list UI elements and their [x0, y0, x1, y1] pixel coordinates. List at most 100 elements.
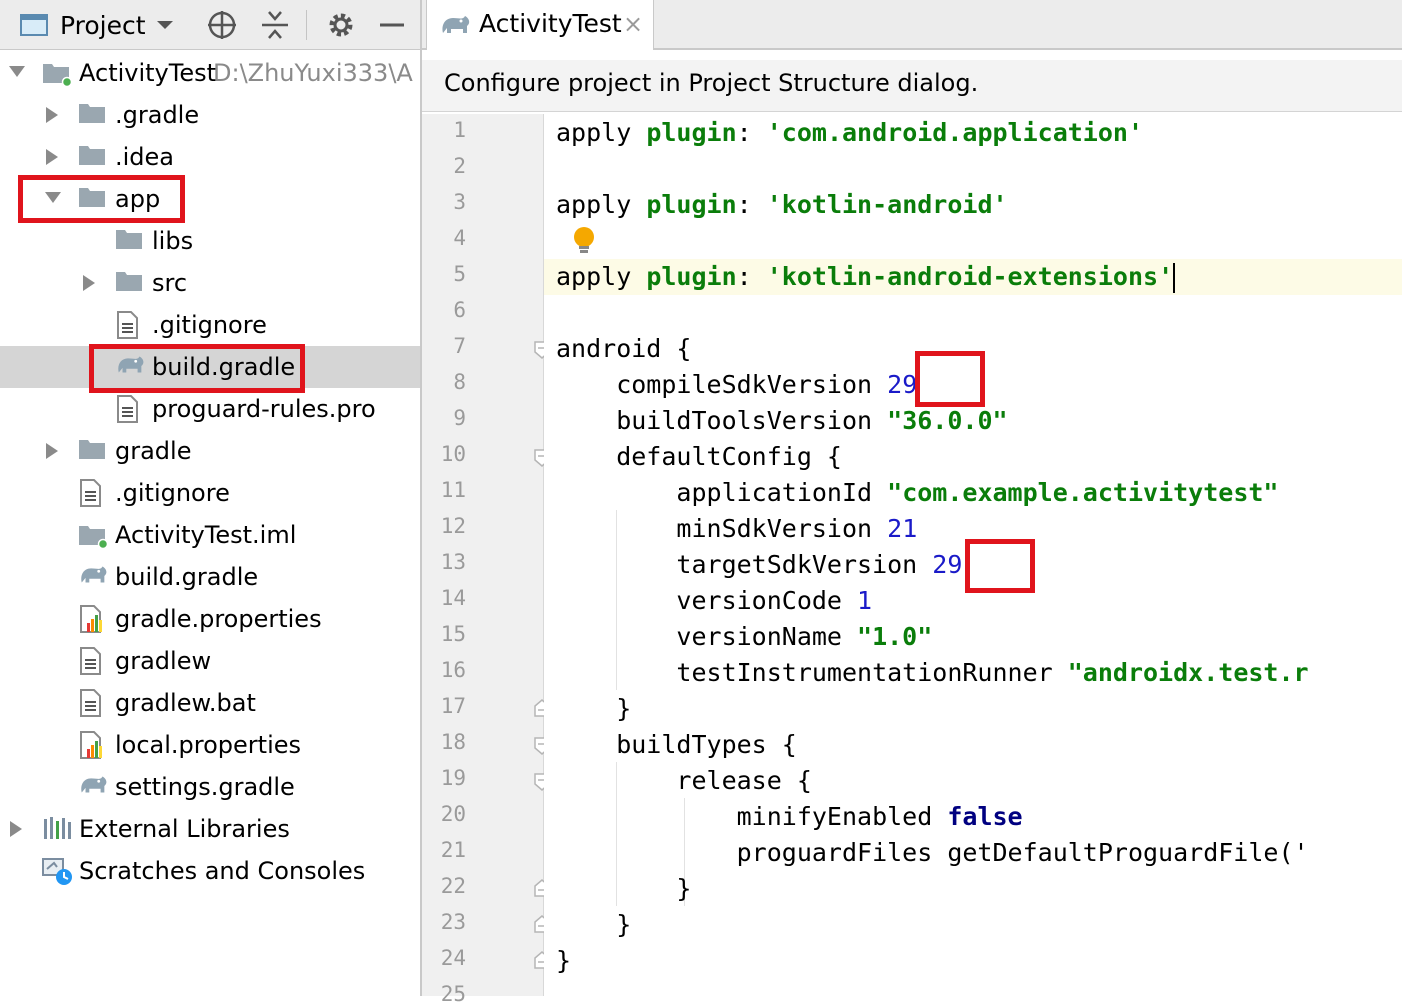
- gear-icon[interactable]: [326, 0, 356, 50]
- tree-item[interactable]: ActivityTest D:\ZhuYuxi333\A: [0, 52, 420, 94]
- code-line-15: versionName "1.0": [556, 622, 933, 651]
- text-file-icon: [115, 311, 143, 339]
- collapse-all-icon[interactable]: [260, 0, 290, 50]
- tree-item-label: ActivityTest: [79, 59, 217, 87]
- tab-activitytest[interactable]: ActivityTest ×: [426, 0, 654, 50]
- tree-item[interactable]: src: [0, 262, 420, 304]
- toolbar-divider: [306, 10, 307, 40]
- line-number: 24: [440, 946, 466, 970]
- notification-text: Configure project in Project Structure d…: [444, 69, 979, 97]
- chevron-down-icon[interactable]: [44, 190, 61, 208]
- tree-item[interactable]: gradle: [0, 430, 420, 472]
- line-number: 7: [453, 334, 466, 358]
- properties-file-icon: [78, 731, 106, 759]
- scratches-icon: [42, 857, 72, 885]
- tree-item-label: src: [152, 269, 188, 297]
- line-number: 2: [453, 154, 466, 178]
- chevron-right-icon[interactable]: [44, 106, 60, 124]
- code-line-3: apply plugin: 'kotlin-android': [556, 190, 1008, 219]
- tree-item[interactable]: gradle.properties: [0, 598, 420, 640]
- line-number: 18: [440, 730, 466, 754]
- line-number: 20: [440, 802, 466, 826]
- minimize-icon[interactable]: [378, 0, 406, 50]
- tree-item[interactable]: .gitignore: [0, 304, 420, 346]
- folder-icon: [78, 143, 106, 171]
- tree-item[interactable]: Scratches and Consoles: [0, 850, 420, 892]
- chevron-right-icon[interactable]: [44, 148, 60, 166]
- line-number: 21: [440, 838, 466, 862]
- module-folder-icon: [42, 59, 73, 88]
- tree-item[interactable]: app: [0, 178, 420, 220]
- tree-item-label: gradle: [115, 437, 192, 465]
- module-folder-icon: [78, 521, 109, 550]
- tree-item-label: .idea: [115, 143, 175, 171]
- tree-item[interactable]: build.gradle: [0, 346, 420, 388]
- tree-item-label: build.gradle: [115, 563, 259, 591]
- gradle-elephant-icon: [78, 773, 107, 801]
- gradle-elephant-icon: [115, 353, 144, 381]
- tree-item-label: app: [115, 185, 161, 213]
- chevron-down-icon[interactable]: [8, 64, 25, 82]
- code-line-9: buildToolsVersion "36.0.0": [556, 406, 1008, 435]
- line-number: 25: [440, 982, 466, 1006]
- line-number: 5: [453, 262, 466, 286]
- code-line-11: applicationId "com.example.activitytest": [556, 478, 1279, 507]
- editor-tab-bar: ActivityTest ×: [422, 0, 1402, 50]
- line-number: 23: [440, 910, 466, 934]
- tree-item[interactable]: local.properties: [0, 724, 420, 766]
- line-number: 16: [440, 658, 466, 682]
- gradle-elephant-icon: [78, 563, 107, 591]
- tree-item-label: ActivityTest.iml: [115, 521, 297, 549]
- tree-item[interactable]: proguard-rules.pro: [0, 388, 420, 430]
- line-number: 22: [440, 874, 466, 898]
- tree-item[interactable]: .gradle: [0, 94, 420, 136]
- code-line-19: release {: [556, 766, 812, 795]
- tree-item[interactable]: ActivityTest.iml: [0, 514, 420, 556]
- code-line-5: apply plugin: 'kotlin-android-extensions…: [556, 262, 1176, 293]
- code-editor[interactable]: apply plugin: 'com.android.application' …: [544, 114, 1402, 996]
- editor-area: ActivityTest × Configure project in Proj…: [422, 0, 1402, 1006]
- project-view-selector[interactable]: Project: [60, 0, 146, 50]
- line-number: 1: [453, 118, 466, 142]
- chevron-right-icon[interactable]: [81, 274, 97, 292]
- tree-item-label: libs: [152, 227, 194, 255]
- chevron-right-icon[interactable]: [44, 442, 60, 460]
- tree-item-label: gradlew.bat: [115, 689, 256, 717]
- chevron-down-icon[interactable]: [156, 0, 174, 50]
- lightbulb-icon[interactable]: [572, 226, 596, 260]
- tree-item-label: .gradle: [115, 101, 200, 129]
- tree-item-label: build.gradle: [152, 353, 296, 381]
- code-line-23: }: [556, 910, 632, 939]
- tree-item-label: .gitignore: [152, 311, 267, 339]
- tree-item[interactable]: gradlew: [0, 640, 420, 682]
- tree-item[interactable]: .gitignore: [0, 472, 420, 514]
- folder-icon: [78, 437, 106, 465]
- properties-file-icon: [78, 605, 106, 633]
- tree-item-label: local.properties: [115, 731, 302, 759]
- text-file-icon: [78, 689, 106, 717]
- line-number: 6: [453, 298, 466, 322]
- chevron-right-icon[interactable]: [8, 820, 24, 838]
- folder-icon: [78, 185, 106, 213]
- tree-item[interactable]: gradlew.bat: [0, 682, 420, 724]
- line-number: 14: [440, 586, 466, 610]
- tree-item[interactable]: libs: [0, 220, 420, 262]
- text-caret: [1173, 263, 1176, 293]
- line-number: 9: [453, 406, 466, 430]
- tree-item-label: External Libraries: [79, 815, 290, 843]
- close-icon[interactable]: ×: [623, 10, 643, 38]
- code-line-7: android {: [556, 334, 692, 363]
- tree-item-label: proguard-rules.pro: [152, 395, 376, 423]
- code-line-14: versionCode 1: [556, 586, 873, 615]
- libraries-icon: [42, 815, 71, 843]
- folder-icon: [115, 269, 143, 297]
- tree-item[interactable]: .idea: [0, 136, 420, 178]
- tree-item[interactable]: build.gradle: [0, 556, 420, 598]
- gradle-elephant-icon: [439, 13, 473, 41]
- tree-item[interactable]: settings.gradle: [0, 766, 420, 808]
- tree-item-label: settings.gradle: [115, 773, 295, 801]
- locate-file-icon[interactable]: [206, 0, 238, 50]
- line-number: 12: [440, 514, 466, 538]
- text-file-icon: [78, 479, 106, 507]
- tree-item[interactable]: External Libraries: [0, 808, 420, 850]
